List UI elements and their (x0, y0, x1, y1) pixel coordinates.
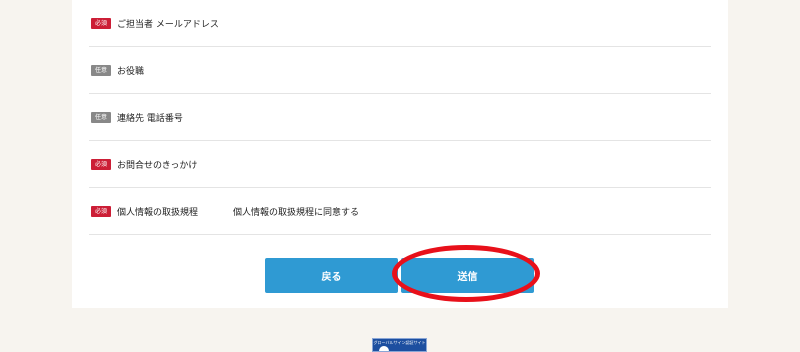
form-row-position: 任意 お役職 (89, 47, 711, 94)
row-label-phone: 連絡先 電話番号 (117, 113, 183, 124)
form-row-phone: 任意 連絡先 電話番号 (89, 94, 711, 141)
required-badge: 必須 (91, 205, 111, 217)
optional-badge: 任意 (91, 64, 111, 76)
submit-button[interactable]: 送信 (401, 258, 534, 293)
row-value-privacy-consent: 個人情報の取扱規程に同意する (233, 207, 360, 218)
form-row-privacy: 必須 個人情報の取扱規程 個人情報の取扱規程に同意する (89, 188, 711, 235)
confirmation-form-card: 必須 ご担当者 メールアドレス 任意 お役職 任意 連絡先 電話番号 必須 お問… (72, 0, 728, 308)
row-label-position: お役職 (117, 66, 145, 77)
form-row-inquiry-source: 必須 お問合せのきっかけ (89, 141, 711, 188)
optional-badge: 任意 (91, 111, 111, 123)
back-button[interactable]: 戻る (265, 258, 398, 293)
row-label-inquiry-source: お問合せのきっかけ (117, 160, 198, 171)
required-badge: 必須 (91, 17, 111, 29)
form-row-email: 必須 ご担当者 メールアドレス (89, 0, 711, 47)
seal-text: グローバルサイン認証サイト (373, 339, 426, 346)
seal-logo-icon (379, 346, 389, 351)
row-label-email: ご担当者 メールアドレス (117, 19, 219, 30)
row-label-privacy: 個人情報の取扱規程 (117, 207, 199, 218)
required-badge: 必須 (91, 158, 111, 170)
